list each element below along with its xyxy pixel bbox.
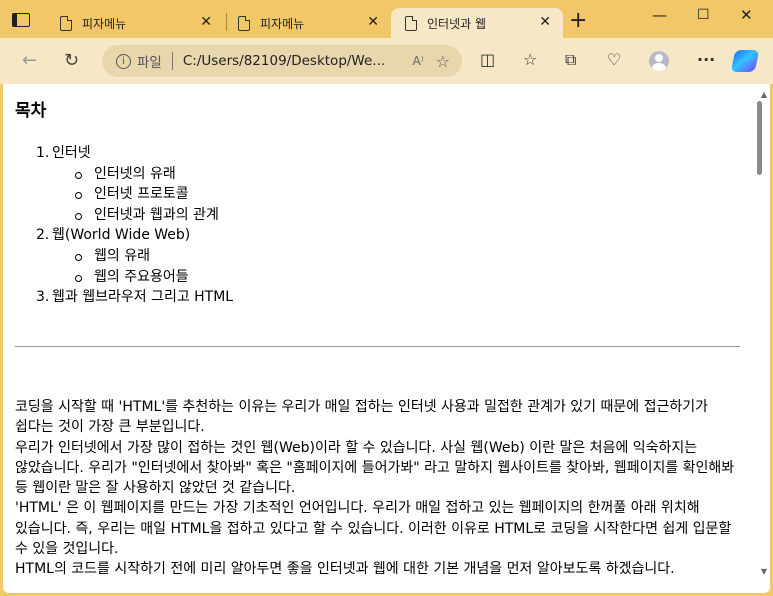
tab-label: 피자메뉴 xyxy=(260,16,305,31)
toc-sublist: 인터넷의 유래 인터넷 프로토콜 인터넷과 웹과의 관계 xyxy=(73,164,740,226)
refresh-icon[interactable]: ↻ xyxy=(64,51,79,71)
browser-essentials-icon[interactable]: ♡ xyxy=(607,50,621,70)
close-tab-icon[interactable]: ✕ xyxy=(367,14,379,30)
document-icon xyxy=(405,15,417,31)
address-divider xyxy=(171,52,173,70)
toc-number: 1. xyxy=(36,145,50,161)
horizontal-rule xyxy=(15,346,740,347)
toc-number: 2. xyxy=(36,227,50,244)
read-aloud-icon[interactable]: A⁾ xyxy=(413,54,424,68)
toc-item-web-browser-html: 3. 웹과 웹브라우저 그리고 HTML xyxy=(36,287,740,308)
maximize-icon[interactable]: ☐ xyxy=(697,7,710,23)
profile-avatar[interactable] xyxy=(649,51,669,71)
back-icon[interactable]: ← xyxy=(22,51,37,71)
toc-label: 웹(World Wide Web) xyxy=(52,227,191,244)
file-label: 파일 xyxy=(137,55,162,71)
more-options-icon[interactable]: ··· xyxy=(697,50,715,70)
paragraph: 코딩을 시작할 때 'HTML'를 추천하는 이유는 우리가 매일 접하는 인터… xyxy=(15,399,709,436)
toc-label: 웹과 웹브라우저 그리고 HTML xyxy=(52,289,234,306)
new-tab-icon[interactable]: + xyxy=(569,8,587,34)
toc-subitem: 인터넷 프로토콜 xyxy=(73,184,740,205)
copilot-icon[interactable] xyxy=(730,50,760,72)
toolbar: ← ↻ i 파일 C:/Users/82109/Desktop/We... A⁾… xyxy=(0,38,773,84)
tab-bar: 피자메뉴 ✕ 피자메뉴 ✕ 인터넷과 웹 ✕ + — ☐ ✕ xyxy=(0,0,773,38)
scrollbar-thumb[interactable] xyxy=(757,101,762,175)
address-bar[interactable]: i 파일 C:/Users/82109/Desktop/We... A⁾ ☆ xyxy=(102,45,462,77)
tab-actions-icon[interactable] xyxy=(12,13,30,27)
document-icon xyxy=(60,15,72,31)
table-of-contents: 1. 인터넷 인터넷의 유래 인터넷 프로토콜 인터넷과 웹과의 관계 2. 웹(W… xyxy=(36,143,740,308)
close-window-icon[interactable]: ✕ xyxy=(740,6,753,24)
toc-item-internet: 1. 인터넷 인터넷의 유래 인터넷 프로토콜 인터넷과 웹과의 관계 xyxy=(36,143,740,225)
paragraph: 우리가 인터넷에서 가장 많이 접하는 것인 웹(Web)이라 할 수 있습니다… xyxy=(15,439,735,497)
split-screen-icon[interactable]: ◫ xyxy=(480,50,495,70)
toc-number: 3. xyxy=(36,289,50,306)
tab-pizza-menu-1[interactable]: 피자메뉴 ✕ xyxy=(44,8,224,38)
favorite-star-icon[interactable]: ☆ xyxy=(436,52,450,71)
minimize-icon[interactable]: — xyxy=(652,6,667,24)
article-body: 코딩을 시작할 때 'HTML'를 추천하는 이유는 우리가 매일 접하는 인터… xyxy=(15,397,740,580)
close-tab-icon[interactable]: ✕ xyxy=(200,14,212,30)
toc-item-web: 2. 웹(World Wide Web) 웹의 유래 웹의 주요용어들 xyxy=(36,225,740,287)
url-text[interactable]: C:/Users/82109/Desktop/We... xyxy=(183,53,413,69)
toc-sublist: 웹의 유래 웹의 주요용어들 xyxy=(73,246,740,287)
toc-subitem: 웹의 유래 xyxy=(73,246,740,267)
page-viewport: 목차 1. 인터넷 인터넷의 유래 인터넷 프로토콜 인터넷과 웹과의 관계 2.… xyxy=(3,84,770,593)
tab-pizza-menu-2[interactable]: 피자메뉴 ✕ xyxy=(226,8,391,38)
toc-title: 목차 xyxy=(15,101,47,120)
collections-icon[interactable]: ⧉ xyxy=(565,50,576,70)
scroll-up-arrow-icon[interactable]: ▲ xyxy=(761,90,767,99)
toc-label: 인터넷 xyxy=(52,145,91,161)
tab-internet-and-web[interactable]: 인터넷과 웹 ✕ xyxy=(391,8,563,38)
page-content: 목차 1. 인터넷 인터넷의 유래 인터넷 프로토콜 인터넷과 웹과의 관계 2.… xyxy=(15,96,740,577)
scroll-down-arrow-icon[interactable]: ▼ xyxy=(761,567,767,576)
site-info-icon[interactable]: i xyxy=(116,53,131,69)
toc-subitem: 인터넷의 유래 xyxy=(73,164,740,185)
toc-subitem: 인터넷과 웹과의 관계 xyxy=(73,205,740,226)
favorites-icon[interactable]: ☆ xyxy=(523,50,537,70)
paragraph: HTML의 코드를 시작하기 전에 미리 알아두면 좋을 인터넷과 웹에 대한 … xyxy=(15,561,675,578)
close-tab-icon[interactable]: ✕ xyxy=(539,14,551,30)
paragraph: 'HTML' 은 이 웹페이지를 만드는 가장 기초적인 언어입니다. 우리가 … xyxy=(15,500,732,558)
toc-subitem: 웹의 주요용어들 xyxy=(73,267,740,288)
tab-label: 인터넷과 웹 xyxy=(427,16,487,31)
document-icon xyxy=(238,15,250,31)
tab-label: 피자메뉴 xyxy=(82,16,127,31)
